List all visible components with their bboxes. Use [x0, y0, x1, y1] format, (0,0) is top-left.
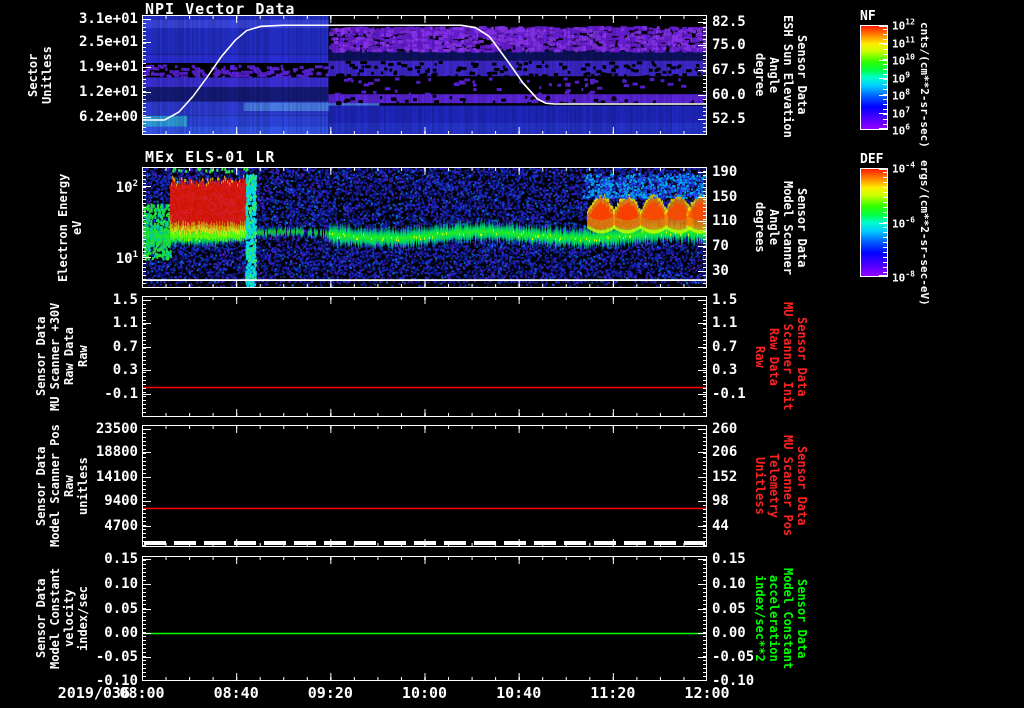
panel1-left-axis-label: Sector Unitless [26, 46, 54, 104]
y-axis-tick-label: 1.9e+01 [78, 59, 138, 76]
colorbar-tick-label: 109 [892, 70, 911, 85]
y2-axis-tick-label: 44 [712, 518, 729, 535]
y2-axis-tick-label: 150 [712, 188, 738, 205]
y2-axis-tick-label: 0.3 [712, 362, 738, 379]
colorbar-tick-label: 107 [892, 105, 911, 120]
panel3-left-axis-label: Sensor Data MU Scanner +30V Raw Data Raw [34, 302, 90, 411]
y2-axis-tick-label: 152 [712, 469, 738, 486]
colorbar-tick-label: 10-6 [892, 215, 915, 230]
x-tick-label: 12:00 [684, 684, 730, 702]
els-spectrogram-plot [142, 167, 707, 288]
colorbar-name-nf: NF [860, 9, 876, 24]
y2-axis-tick-label: 260 [712, 420, 738, 437]
line-plot-2 [142, 296, 707, 417]
y-axis-tick-label: 3.1e+01 [78, 10, 138, 27]
line-plot-3 [142, 425, 707, 547]
panel5-left-axis-label: Sensor Data Model Constant velocity inde… [34, 567, 90, 670]
y2-axis-tick-label: 190 [712, 163, 738, 180]
y2-axis-tick-label: 60.0 [712, 87, 746, 104]
y2-axis-tick-label: 0.10 [712, 575, 746, 592]
panel2-left-axis-label: Electron Energy eV [56, 173, 84, 282]
x-tick-label: 10:00 [401, 684, 448, 702]
colorbar-tick-label: 106 [892, 122, 911, 138]
x-tick-label: 08:00 [119, 684, 165, 702]
y2-axis-tick-label: 0.00 [712, 624, 746, 641]
x-tick-label: 08:40 [213, 684, 259, 702]
panel5-right-axis-label: Sensor Data Model Constant acceleration … [753, 567, 809, 670]
colorbar-unit-def: ergs/(cm**2-sr-sec-eV) [918, 160, 931, 306]
colorbar-def [860, 168, 888, 277]
colorbar-name-def: DEF [860, 152, 884, 167]
y2-axis-tick-label: 75.0 [712, 37, 746, 53]
x-tick-label: 10:40 [496, 684, 542, 702]
y2-axis-tick-label: 98 [712, 493, 729, 510]
panel3-right-axis-label: Sensor Data MU Scanner Init Raw Data Raw [753, 302, 809, 411]
y2-axis-tick-label: 0.05 [712, 600, 746, 617]
y2-axis-tick-label: 70 [712, 238, 729, 255]
quicklook-plot-figure: NPI Vector Data MEx ELS-01 LR 3.1e+01 2.5… [0, 0, 1024, 708]
panel1-right-axis-label: Sensor Data ESH Sun Elevation Angle degr… [753, 15, 809, 138]
y2-axis-tick-label: 0.7 [712, 338, 738, 355]
colorbar-tick-label: 108 [892, 87, 911, 103]
y2-axis-tick-label: -0.05 [712, 649, 755, 666]
colorbar-unit-nf: cnts/(cm**2-sr-sec) [918, 21, 931, 148]
colorbar-tick-label: 1010 [892, 52, 915, 68]
colorbar-tick-label: 1012 [892, 17, 915, 33]
y-axis-tick-label: 6.2e+00 [78, 109, 138, 125]
y2-axis-tick-label: 0.15 [712, 551, 746, 568]
line-plot-4 [142, 556, 707, 681]
y-axis-tick-label: 2.5e+01 [78, 34, 138, 50]
y2-axis-tick-label: 67.5 [712, 61, 746, 78]
y2-axis-tick-label: -0.1 [712, 386, 746, 402]
y2-axis-tick-label: 1.5 [712, 291, 738, 308]
panel2-title: MEx ELS-01 LR [145, 148, 276, 166]
y2-axis-tick-label: 52.5 [712, 111, 746, 128]
y-axis-tick-label: 1.2e+01 [78, 83, 138, 100]
colorbar-tick-label: 10-4 [892, 160, 915, 176]
colorbar-nf [860, 25, 888, 130]
colorbar-tick-label: 1011 [892, 35, 915, 50]
y2-axis-tick-label: 30 [712, 263, 729, 280]
y2-axis-tick-label: 110 [712, 213, 738, 230]
colorbar-tick-label: 10-8 [892, 269, 915, 285]
panel4-right-axis-label: Sensor Data MU Scanner Pos Telemetry Uni… [753, 435, 809, 537]
x-tick-label: 09:20 [307, 684, 353, 702]
y2-axis-tick-label: 1.1 [712, 315, 738, 332]
panel4-left-axis-label: Sensor Data Model Scanner Pos Raw unitle… [34, 424, 90, 547]
y2-axis-tick-label: 82.5 [712, 14, 746, 31]
panel2-right-axis-label: Sensor Data Model Scanner Angle degrees [753, 180, 809, 275]
x-tick-label: 11:20 [590, 684, 636, 702]
npi-spectrogram-plot [142, 15, 707, 135]
y2-axis-tick-label: 206 [712, 443, 738, 460]
